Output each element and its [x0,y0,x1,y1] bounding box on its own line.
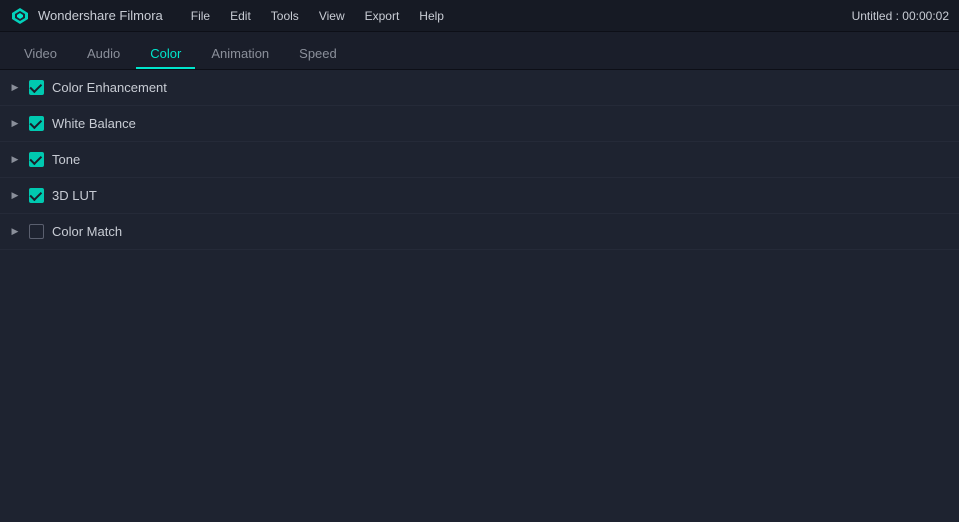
title-bar: Wondershare Filmora File Edit Tools View… [0,0,959,32]
color-enhancement-checkbox[interactable] [28,80,44,96]
color-enhancement-row[interactable]: ▶ Color Enhancement [0,70,959,106]
chevron-icon: ▶ [8,189,22,203]
white-balance-row[interactable]: ▶ White Balance [0,106,959,142]
tab-audio[interactable]: Audio [73,40,134,69]
menu-bar: File Edit Tools View Export Help [183,5,852,27]
color-match-checkbox[interactable] [28,224,44,240]
menu-export[interactable]: Export [357,5,408,27]
tone-checkbox[interactable] [28,152,44,168]
menu-view[interactable]: View [311,5,353,27]
3dlut-row[interactable]: ▶ 3D LUT [0,178,959,214]
checkbox-checked-icon [29,116,44,131]
checkbox-checked-icon [29,80,44,95]
tab-bar: Video Audio Color Animation Speed [0,32,959,70]
color-match-row[interactable]: ▶ Color Match [0,214,959,250]
tone-label: Tone [52,152,80,167]
3dlut-checkbox[interactable] [28,188,44,204]
checkbox-unchecked-icon [29,224,44,239]
tone-row[interactable]: ▶ Tone [0,142,959,178]
chevron-icon: ▶ [8,225,22,239]
color-enhancement-label: Color Enhancement [52,80,167,95]
app-logo-icon [10,6,30,26]
tab-color[interactable]: Color [136,40,195,69]
tab-speed[interactable]: Speed [285,40,351,69]
white-balance-label: White Balance [52,116,136,131]
main-content: ▶ Color Enhancement ▶ White Balance ▶ To… [0,70,959,250]
menu-edit[interactable]: Edit [222,5,259,27]
menu-help[interactable]: Help [411,5,452,27]
color-match-label: Color Match [52,224,122,239]
checkbox-checked-icon [29,188,44,203]
checkbox-checked-icon [29,152,44,167]
tab-animation[interactable]: Animation [197,40,283,69]
menu-tools[interactable]: Tools [263,5,307,27]
tab-video[interactable]: Video [10,40,71,69]
window-title: Untitled : 00:00:02 [852,9,949,23]
3dlut-label: 3D LUT [52,188,97,203]
menu-file[interactable]: File [183,5,218,27]
chevron-icon: ▶ [8,81,22,95]
chevron-icon: ▶ [8,153,22,167]
white-balance-checkbox[interactable] [28,116,44,132]
app-name: Wondershare Filmora [38,8,163,23]
chevron-icon: ▶ [8,117,22,131]
